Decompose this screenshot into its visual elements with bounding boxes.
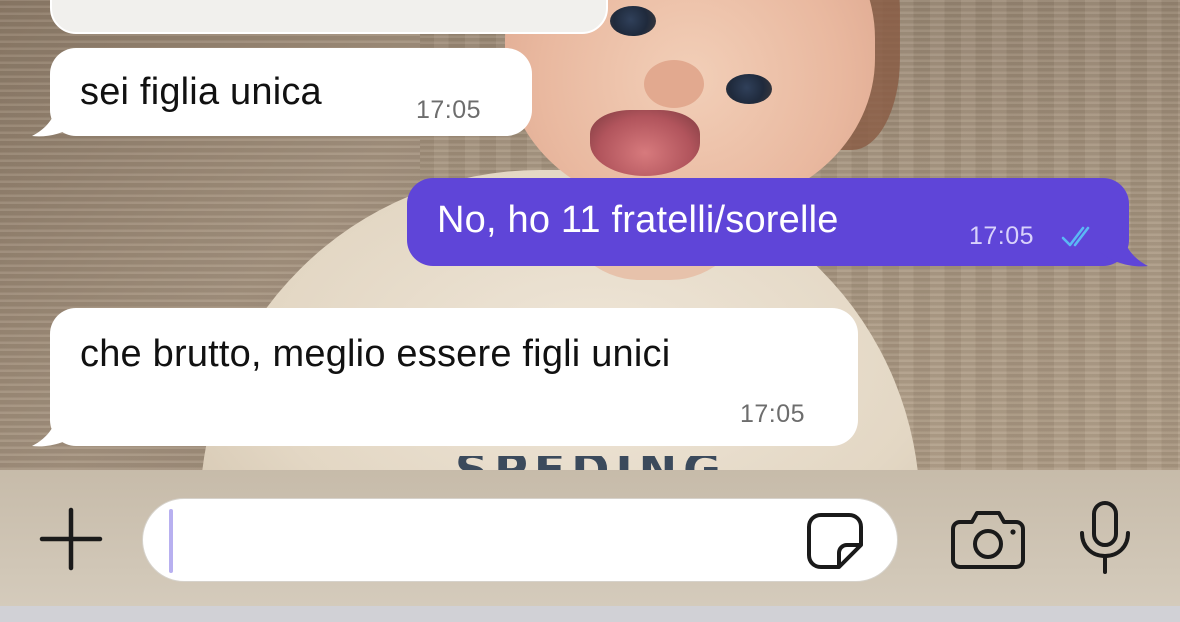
camera-icon xyxy=(951,511,1025,569)
add-attachment-button[interactable] xyxy=(38,506,104,572)
microphone-button[interactable] xyxy=(1076,500,1134,576)
message-bubble-partial[interactable] xyxy=(50,0,608,34)
sticker-icon xyxy=(807,513,863,569)
message-time: 17:05 xyxy=(416,96,482,124)
message-text: sei figlia unica xyxy=(80,71,322,113)
home-indicator-area xyxy=(0,606,1180,622)
wallpaper-baby-eye xyxy=(726,74,772,104)
message-time: 17:05 xyxy=(740,400,806,428)
message-time: 17:05 xyxy=(969,222,1035,250)
bubble-tail-outgoing xyxy=(1100,226,1148,267)
message-bubble-incoming[interactable]: sei figlia unica 17:05 xyxy=(50,48,532,136)
wallpaper-shirt-print: SPEDING xyxy=(455,456,775,470)
message-text: che brutto, meglio essere figli unici xyxy=(80,333,671,375)
plus-icon xyxy=(39,507,103,571)
double-check-icon xyxy=(1061,226,1090,247)
message-text: No, ho 11 fratelli/sorelle xyxy=(437,199,839,241)
wallpaper-baby-eye xyxy=(610,6,656,36)
microphone-icon xyxy=(1080,501,1130,574)
message-input[interactable] xyxy=(167,511,777,569)
message-bubble-outgoing[interactable]: No, ho 11 fratelli/sorelle 17:05 xyxy=(407,178,1129,266)
message-bubble-incoming[interactable]: che brutto, meglio essere figli unici 17… xyxy=(50,308,858,446)
wallpaper-baby-nose xyxy=(644,60,704,108)
bubble-tail-incoming xyxy=(32,96,80,137)
message-input-box[interactable] xyxy=(142,498,898,582)
camera-button[interactable] xyxy=(950,508,1026,570)
bubble-tail-incoming xyxy=(32,406,80,447)
message-composer xyxy=(0,470,1180,606)
wallpaper-baby-mouth xyxy=(590,110,700,176)
sticker-button[interactable] xyxy=(805,511,865,571)
